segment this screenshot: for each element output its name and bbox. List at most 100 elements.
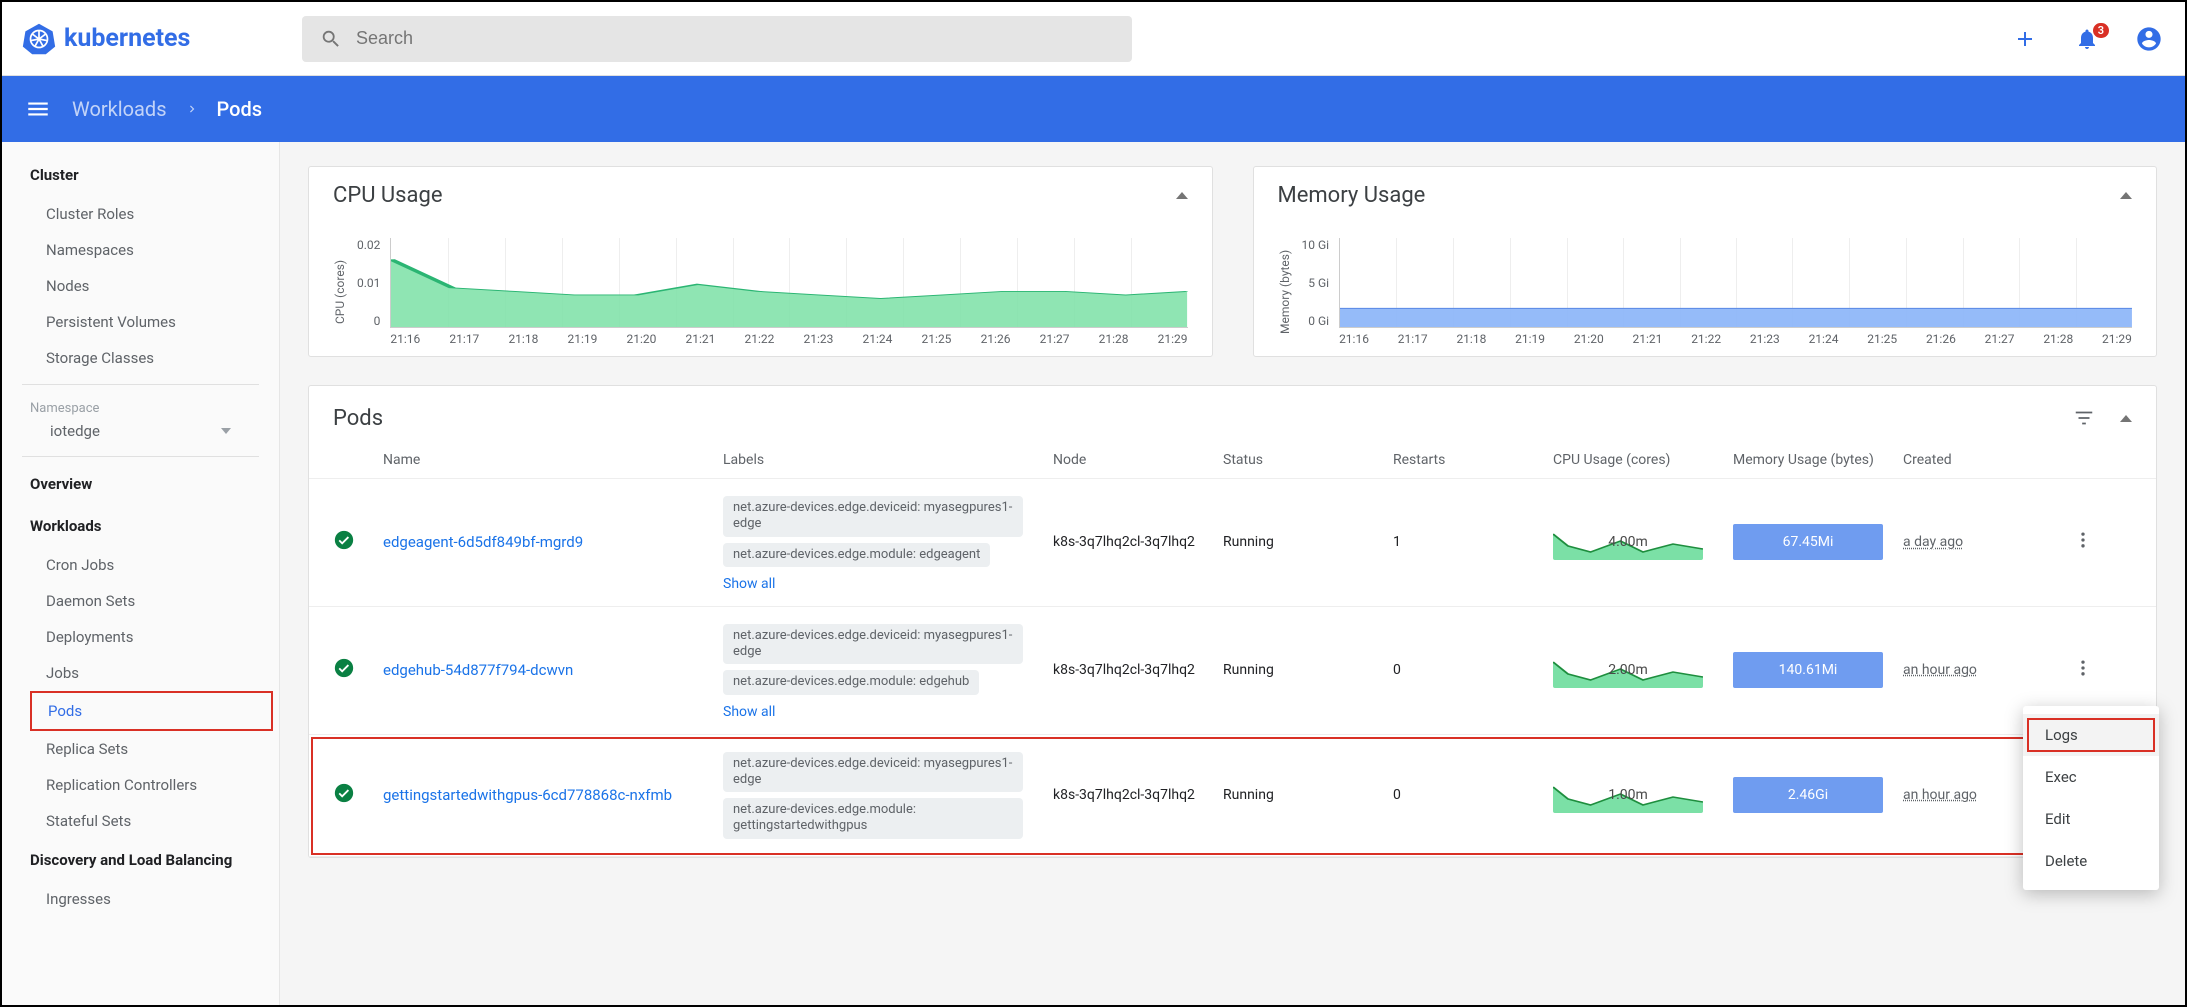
pods-title: Pods xyxy=(333,406,2068,431)
label-chip: net.azure-devices.edge.deviceid: myasegp… xyxy=(723,752,1023,793)
breadcrumb-parent[interactable]: Workloads xyxy=(72,97,167,121)
kubernetes-wheel-icon xyxy=(22,22,56,56)
pod-restarts: 0 xyxy=(1393,787,1553,803)
label-chip: net.azure-devices.edge.module: edgehub xyxy=(723,670,979,694)
label-chip: net.azure-devices.edge.deviceid: myasegp… xyxy=(723,624,1023,665)
sidebar-item-pods[interactable]: Pods xyxy=(30,691,273,731)
pod-name-link[interactable]: gettingstartedwithgpus-6cd778868c-nxfmb xyxy=(383,786,672,804)
table-row: edgehub-54d877f794-dcwvn net.azure-devic… xyxy=(309,607,2156,735)
cpu-sparkcell: 4.00m xyxy=(1553,524,1703,560)
sidebar-item-cron-jobs[interactable]: Cron Jobs xyxy=(2,547,279,583)
more-vert-icon xyxy=(2073,530,2093,550)
collapse-icon[interactable] xyxy=(2120,192,2132,199)
pod-node: k8s-3q7lhq2cl-3q7lhq2 xyxy=(1053,662,1223,678)
sidebar-heading-overview[interactable]: Overview xyxy=(2,463,279,505)
namespace-select[interactable]: iotedge xyxy=(22,418,259,457)
search-bar[interactable] xyxy=(302,16,1132,62)
namespace-label: Namespace xyxy=(2,385,279,418)
breadcrumb-current: Pods xyxy=(217,97,263,121)
mem-chart xyxy=(1339,238,2132,328)
ctx-edit[interactable]: Edit xyxy=(2023,798,2159,840)
mem-sparkline xyxy=(1340,238,2132,327)
sidebar-item-storage-classes[interactable]: Storage Classes xyxy=(2,340,279,376)
sidebar-item-replication-controllers[interactable]: Replication Controllers xyxy=(2,767,279,803)
top-actions: 3 xyxy=(2009,23,2165,55)
notifications-button[interactable]: 3 xyxy=(2071,23,2103,55)
brand-logo[interactable]: kubernetes xyxy=(22,22,302,56)
sidebar-item-namespaces[interactable]: Namespaces xyxy=(2,232,279,268)
account-icon xyxy=(2135,25,2163,53)
sidebar-item-daemon-sets[interactable]: Daemon Sets xyxy=(2,583,279,619)
pod-node: k8s-3q7lhq2cl-3q7lhq2 xyxy=(1053,787,1223,803)
mem-xaxis: 21:1621:1721:1821:1921:2021:2121:2221:23… xyxy=(1339,328,2132,346)
create-button[interactable] xyxy=(2009,23,2041,55)
hamburger-icon xyxy=(25,96,51,122)
pod-status: Running xyxy=(1223,662,1393,678)
pod-restarts: 1 xyxy=(1393,534,1553,550)
ctx-logs[interactable]: Logs xyxy=(2023,714,2159,756)
collapse-icon[interactable] xyxy=(1176,192,1188,199)
ctx-exec[interactable]: Exec xyxy=(2023,756,2159,798)
sidebar-item-nodes[interactable]: Nodes xyxy=(2,268,279,304)
cpu-yaxis-ticks: 0.02 0.01 0 xyxy=(357,238,380,328)
show-all-link[interactable]: Show all xyxy=(723,698,775,720)
notification-badge: 3 xyxy=(2093,23,2109,38)
pod-restarts: 0 xyxy=(1393,662,1553,678)
pod-name-link[interactable]: edgehub-54d877f794-dcwvn xyxy=(383,661,573,679)
pod-created: an hour ago xyxy=(1903,662,1977,678)
topbar: kubernetes 3 xyxy=(2,2,2185,76)
sidebar-heading-cluster: Cluster xyxy=(2,154,279,196)
cpu-sparkline xyxy=(391,238,1187,327)
menu-toggle[interactable] xyxy=(22,93,54,125)
more-vert-icon xyxy=(2073,658,2093,678)
show-all-link[interactable]: Show all xyxy=(723,570,775,592)
pods-card: Pods Name Labels Node Status Restarts CP… xyxy=(308,385,2157,858)
pod-created: an hour ago xyxy=(1903,787,1977,803)
ctx-delete[interactable]: Delete xyxy=(2023,840,2159,882)
filter-button[interactable] xyxy=(2068,402,2100,434)
sidebar-item-persistent-volumes[interactable]: Persistent Volumes xyxy=(2,304,279,340)
row-actions-button[interactable] xyxy=(2073,659,2093,683)
pods-table-header: Name Labels Node Status Restarts CPU Usa… xyxy=(309,442,2156,479)
pod-node: k8s-3q7lhq2cl-3q7lhq2 xyxy=(1053,534,1223,550)
mem-card-title: Memory Usage xyxy=(1278,183,1426,208)
cpu-chart xyxy=(390,238,1187,328)
row-actions-button[interactable] xyxy=(2073,531,2093,555)
sidebar-heading-discovery[interactable]: Discovery and Load Balancing xyxy=(2,839,279,881)
chevron-right-icon xyxy=(185,102,199,116)
pod-status: Running xyxy=(1223,787,1393,803)
cpu-sparkcell: 2.00m xyxy=(1553,652,1703,688)
main-content: CPU Usage CPU (cores) 0.02 0.01 0 xyxy=(280,142,2185,1005)
pod-name-link[interactable]: edgeagent-6d5df849bf-mgrd9 xyxy=(383,533,583,551)
mem-yaxis-label: Memory (bytes) xyxy=(1278,238,1292,346)
sidebar-item-stateful-sets[interactable]: Stateful Sets xyxy=(2,803,279,839)
sidebar-heading-workloads[interactable]: Workloads xyxy=(2,505,279,547)
label-chip: net.azure-devices.edge.module: gettingst… xyxy=(723,798,1023,839)
mem-yaxis-ticks: 10 Gi 5 Gi 0 Gi xyxy=(1302,238,1330,328)
success-check-icon xyxy=(333,782,355,804)
mem-sparkcell: 140.61Mi xyxy=(1733,652,1883,688)
sidebar-item-jobs[interactable]: Jobs xyxy=(2,655,279,691)
namespace-value: iotedge xyxy=(50,422,100,440)
row-context-menu: Logs Exec Edit Delete xyxy=(2023,706,2159,890)
brand-text: kubernetes xyxy=(64,24,190,53)
account-button[interactable] xyxy=(2133,23,2165,55)
success-check-icon xyxy=(333,529,355,551)
sidebar-item-replica-sets[interactable]: Replica Sets xyxy=(2,731,279,767)
pod-created: a day ago xyxy=(1903,534,1963,550)
collapse-icon[interactable] xyxy=(2120,415,2132,422)
chevron-down-icon xyxy=(221,428,231,434)
table-row: edgeagent-6d5df849bf-mgrd9 net.azure-dev… xyxy=(309,479,2156,607)
sidebar: Cluster Cluster Roles Namespaces Nodes P… xyxy=(2,142,280,1005)
label-chip: net.azure-devices.edge.deviceid: myasegp… xyxy=(723,496,1023,537)
cpu-yaxis-label: CPU (cores) xyxy=(333,238,347,346)
search-input[interactable] xyxy=(356,28,1114,49)
sidebar-item-cluster-roles[interactable]: Cluster Roles xyxy=(2,196,279,232)
mem-sparkcell: 67.45Mi xyxy=(1733,524,1883,560)
sidebar-item-deployments[interactable]: Deployments xyxy=(2,619,279,655)
success-check-icon xyxy=(333,657,355,679)
pod-status: Running xyxy=(1223,534,1393,550)
plus-icon xyxy=(2013,27,2037,51)
sidebar-item-ingresses[interactable]: Ingresses xyxy=(2,881,279,917)
filter-icon xyxy=(2073,407,2095,429)
